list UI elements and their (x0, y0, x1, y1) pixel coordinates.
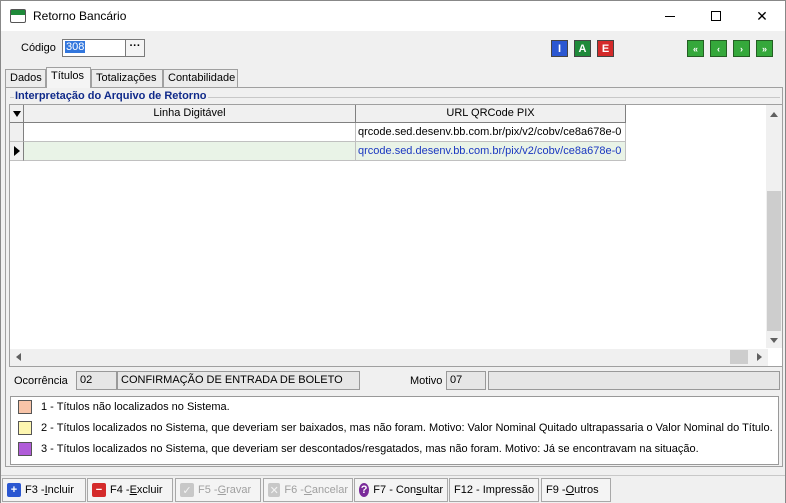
legend-item: 3 - Títulos localizados no Sistema, que … (18, 441, 699, 457)
cancel-x-icon: ✕ (268, 483, 281, 497)
alterar-button[interactable]: A (574, 40, 591, 57)
ocorrencia-code-field: 02 (76, 371, 117, 390)
impressao-button[interactable]: F12 - Impressão (449, 478, 539, 502)
horizontal-scroll-thumb[interactable] (730, 350, 748, 364)
column-header-linha-digitavel[interactable]: Linha Digitável (24, 105, 356, 123)
legend-swatch-orange (18, 400, 32, 414)
row-indicator[interactable] (10, 123, 24, 142)
scroll-down-icon[interactable] (770, 338, 778, 343)
cell-url-qrcode[interactable]: qrcode.sed.desenv.bb.com.br/pix/v2/cobv/… (356, 123, 626, 142)
column-header-url-qrcode[interactable]: URL QRCode PIX (356, 105, 626, 123)
section-title: Interpretação do Arquivo de Retorno (14, 90, 208, 102)
triangle-down-icon (12, 110, 21, 117)
tab-dados[interactable]: Dados (5, 69, 46, 87)
legend-item: 1 - Títulos não localizados no Sistema. (18, 399, 230, 415)
cell-url-qrcode[interactable]: qrcode.sed.desenv.bb.com.br/pix/v2/cobv/… (356, 142, 626, 161)
main-window: Retorno Bancário ✕ Código 308 ··· I A E … (0, 0, 786, 503)
legend-text: 2 - Títulos localizados no Sistema, que … (41, 422, 773, 434)
consultar-button[interactable]: ? F7 - Con s ultar (354, 478, 448, 502)
function-key-bar: + F3 - Incluir − F4 - Excluir ✓ F5 - Gra… (1, 475, 785, 503)
ocorrencia-description-field: CONFIRMAÇÃO DE ENTRADA DE BOLETO (117, 371, 360, 390)
question-icon: ? (359, 483, 370, 497)
cell-linha-digitavel[interactable] (24, 142, 356, 161)
prev-record-button[interactable]: ‹ (710, 40, 727, 57)
outros-key: O (565, 484, 575, 496)
excluir-prefix: F4 - (110, 484, 130, 496)
minimize-button[interactable] (647, 1, 693, 31)
first-record-button[interactable]: « (687, 40, 704, 57)
maximize-icon (711, 11, 721, 21)
motivo-description-field (488, 371, 780, 390)
cancelar-rest: ancelar (311, 484, 348, 496)
title-bar: Retorno Bancário ✕ (1, 1, 785, 31)
legend-text: 1 - Títulos não localizados no Sistema. (41, 401, 230, 413)
gravar-key: G (217, 484, 227, 496)
codigo-input[interactable]: 308 (62, 39, 126, 57)
incluir-rest: ncluir (47, 484, 74, 496)
plus-icon: + (7, 483, 21, 497)
excluir-rest: xcluir (136, 484, 163, 496)
outros-button[interactable]: F9 - Outros (541, 478, 611, 502)
legend-text: 3 - Títulos localizados no Sistema, que … (41, 443, 699, 455)
legend-swatch-yellow (18, 421, 32, 435)
motivo-code-field: 07 (446, 371, 486, 390)
consultar-prefix: F7 - Con (373, 484, 417, 496)
excluir-button[interactable]: − F4 - Excluir (87, 478, 173, 502)
titulos-grid[interactable]: Linha Digitável URL QRCode PIX qrcode.se… (9, 104, 783, 367)
scroll-right-icon[interactable] (757, 353, 762, 361)
ocorrencia-label: Ocorrência (14, 375, 68, 387)
app-window-icon (10, 9, 26, 23)
row-indicator[interactable] (10, 142, 24, 161)
impressao-label: F12 - Impressão (454, 484, 535, 496)
legend-box: 1 - Títulos não localizados no Sistema. … (10, 396, 779, 465)
tab-titulos[interactable]: Títulos (46, 67, 91, 88)
check-icon: ✓ (180, 483, 194, 497)
cancelar-prefix: F6 - (284, 484, 304, 496)
excluir-key: E (129, 484, 137, 496)
codigo-value: 308 (65, 41, 86, 53)
codigo-label: Código (21, 42, 56, 54)
codigo-lookup-button[interactable]: ··· (125, 39, 145, 57)
tab-totalizacoes[interactable]: Totalizações (91, 69, 163, 87)
scroll-up-icon[interactable] (770, 112, 778, 117)
incluir-prefix: F3 - (25, 484, 45, 496)
motivo-label: Motivo (410, 375, 443, 387)
legend-item: 2 - Títulos localizados no Sistema, que … (18, 420, 773, 436)
legend-swatch-purple (18, 442, 32, 456)
tab-contabilidade[interactable]: Contabilidade (163, 69, 238, 87)
consultar-rest: ultar (421, 484, 443, 496)
outros-prefix: F9 - (546, 484, 566, 496)
cancelar-key: C (303, 484, 312, 496)
close-icon: ✕ (756, 7, 768, 24)
vertical-scroll-thumb[interactable] (767, 191, 781, 331)
grid-vertical-scrollbar[interactable] (766, 105, 782, 348)
excluir-record-button[interactable]: E (597, 40, 614, 57)
cancelar-button[interactable]: ✕ F6 - Cancelar (263, 478, 353, 502)
close-button[interactable]: ✕ (739, 1, 785, 31)
minus-icon: − (92, 483, 106, 497)
gravar-rest: ravar (226, 484, 252, 496)
next-record-button[interactable]: › (733, 40, 750, 57)
gravar-prefix: F5 - (198, 484, 218, 496)
info-button[interactable]: I (551, 40, 568, 57)
minimize-icon (665, 15, 675, 17)
titulos-panel: Interpretação do Arquivo de Retorno Linh… (5, 87, 783, 467)
cell-linha-digitavel[interactable] (24, 123, 356, 142)
window-title: Retorno Bancário (33, 9, 127, 23)
gravar-button[interactable]: ✓ F5 - Gravar (175, 478, 261, 502)
grid-menu-button[interactable] (10, 105, 24, 123)
last-record-button[interactable]: » (756, 40, 773, 57)
outros-rest: utros (574, 484, 599, 496)
grid-horizontal-scrollbar[interactable] (10, 349, 768, 366)
grid-header: Linha Digitável URL QRCode PIX (10, 105, 626, 123)
table-row[interactable]: qrcode.sed.desenv.bb.com.br/pix/v2/cobv/… (10, 142, 626, 161)
current-row-icon (13, 146, 20, 156)
table-row[interactable]: qrcode.sed.desenv.bb.com.br/pix/v2/cobv/… (10, 123, 626, 142)
incluir-button[interactable]: + F3 - Incluir (2, 478, 86, 502)
maximize-button[interactable] (693, 1, 739, 31)
scroll-left-icon[interactable] (16, 353, 21, 361)
